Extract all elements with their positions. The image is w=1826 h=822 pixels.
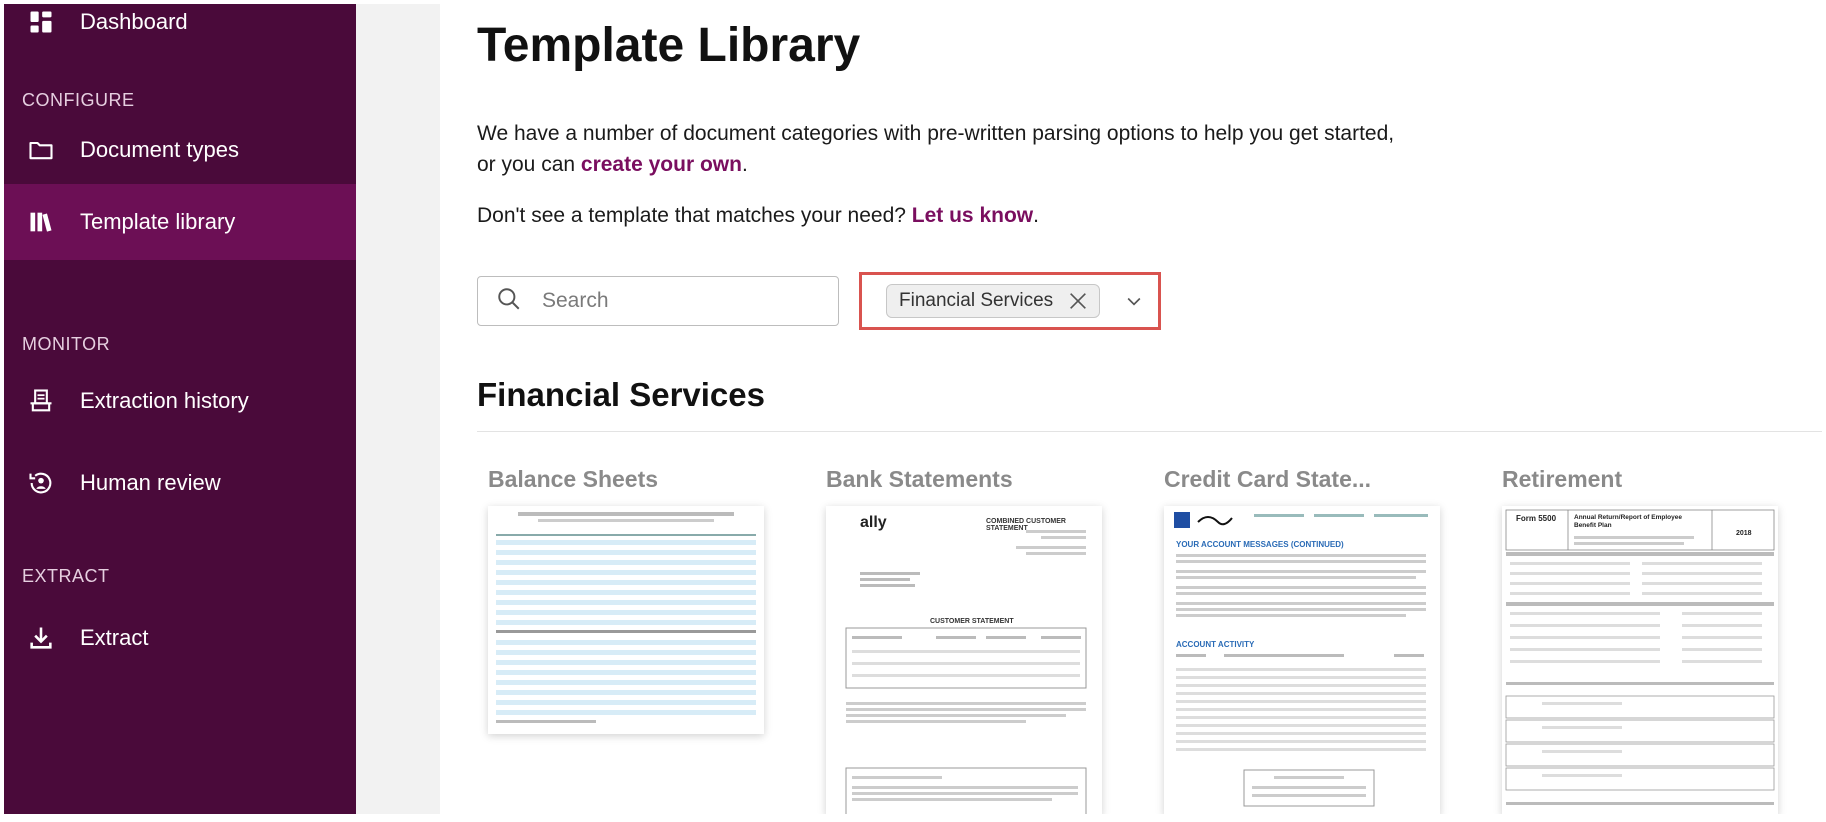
sidebar-item-dashboard[interactable]: Dashboard xyxy=(4,0,356,60)
sidebar-item-label: Template library xyxy=(80,209,236,234)
sidebar: Dashboard CONFIGURE Document types Templ… xyxy=(4,4,356,814)
section-label-configure: CONFIGURE xyxy=(22,90,135,110)
chevron-down-icon[interactable] xyxy=(1124,291,1144,311)
intro-line-1: We have a number of document categories … xyxy=(477,122,1395,145)
sidebar-item-extract[interactable]: Extract xyxy=(4,600,356,676)
history-icon xyxy=(26,386,56,416)
sidebar-item-human-review[interactable]: Human review xyxy=(4,445,356,521)
search-icon xyxy=(496,286,522,317)
bank-statement-thumbnail: ally COMBINED CUSTOMER STATEMENT CUSTOME… xyxy=(826,506,1102,814)
intro-line-2: or you can xyxy=(477,153,581,176)
section-label-monitor: MONITOR xyxy=(22,334,111,354)
cta-end: . xyxy=(1033,204,1039,227)
template-card-bank-statements[interactable]: Bank Statements ally COMBINED CUSTOMER S… xyxy=(816,466,1134,814)
human-review-icon xyxy=(26,468,56,498)
let-us-know-link[interactable]: Let us know xyxy=(912,204,1033,227)
card-title: Balance Sheets xyxy=(488,466,659,492)
card-title: Bank Statements xyxy=(826,466,1013,492)
create-your-own-link[interactable]: create your own xyxy=(581,153,742,176)
filter-chip-label: Financial Services xyxy=(899,290,1054,311)
section-heading: Financial Services xyxy=(477,376,765,413)
content-gutter xyxy=(356,4,440,814)
search-input[interactable] xyxy=(542,289,822,313)
main-content: Template Library We have a number of doc… xyxy=(440,4,1822,814)
cta-question: Don't see a template that matches your n… xyxy=(477,204,912,227)
sidebar-item-label: Extract xyxy=(80,625,149,650)
filter-chip: Financial Services xyxy=(886,284,1101,318)
sidebar-item-document-types[interactable]: Document types xyxy=(4,112,356,188)
sidebar-item-label: Human review xyxy=(80,470,221,495)
category-filter-select[interactable]: Financial Services xyxy=(859,272,1161,330)
dashboard-icon xyxy=(26,7,56,37)
sidebar-item-label: Document types xyxy=(80,137,239,162)
search-box[interactable] xyxy=(477,276,839,326)
template-card-balance-sheets[interactable]: Balance Sheets xyxy=(478,466,796,814)
sidebar-item-extraction-history[interactable]: Extraction history xyxy=(4,363,356,439)
intro-text: We have a number of document categories … xyxy=(477,118,1477,180)
folder-icon xyxy=(26,135,56,165)
cta-text: Don't see a template that matches your n… xyxy=(477,204,1039,228)
template-card-credit-card-statements[interactable]: Credit Card State... YOUR ACCOUNT MESSAG… xyxy=(1154,466,1472,814)
card-title: Retirement xyxy=(1502,466,1623,492)
credit-card-statement-thumbnail: YOUR ACCOUNT MESSAGES (CONTINUED) ACCOUN… xyxy=(1164,506,1440,814)
library-icon xyxy=(26,207,56,237)
sidebar-item-label: Extraction history xyxy=(80,388,249,413)
retirement-form-thumbnail: Form 5500 Annual Return/Report of Employ… xyxy=(1502,506,1778,814)
page-title: Template Library xyxy=(477,19,861,72)
balance-sheet-thumbnail xyxy=(488,506,764,734)
download-icon xyxy=(26,623,56,653)
section-label-extract: EXTRACT xyxy=(22,566,110,586)
sidebar-item-template-library[interactable]: Template library xyxy=(4,184,356,260)
close-icon[interactable] xyxy=(1067,290,1089,312)
section-divider xyxy=(477,431,1822,432)
sidebar-item-label: Dashboard xyxy=(80,9,188,34)
template-card-retirement[interactable]: Retirement Form 5500 Annual Return/Repor… xyxy=(1492,466,1810,814)
intro-line-end: . xyxy=(741,153,748,176)
card-title: Credit Card State... xyxy=(1164,466,1372,492)
